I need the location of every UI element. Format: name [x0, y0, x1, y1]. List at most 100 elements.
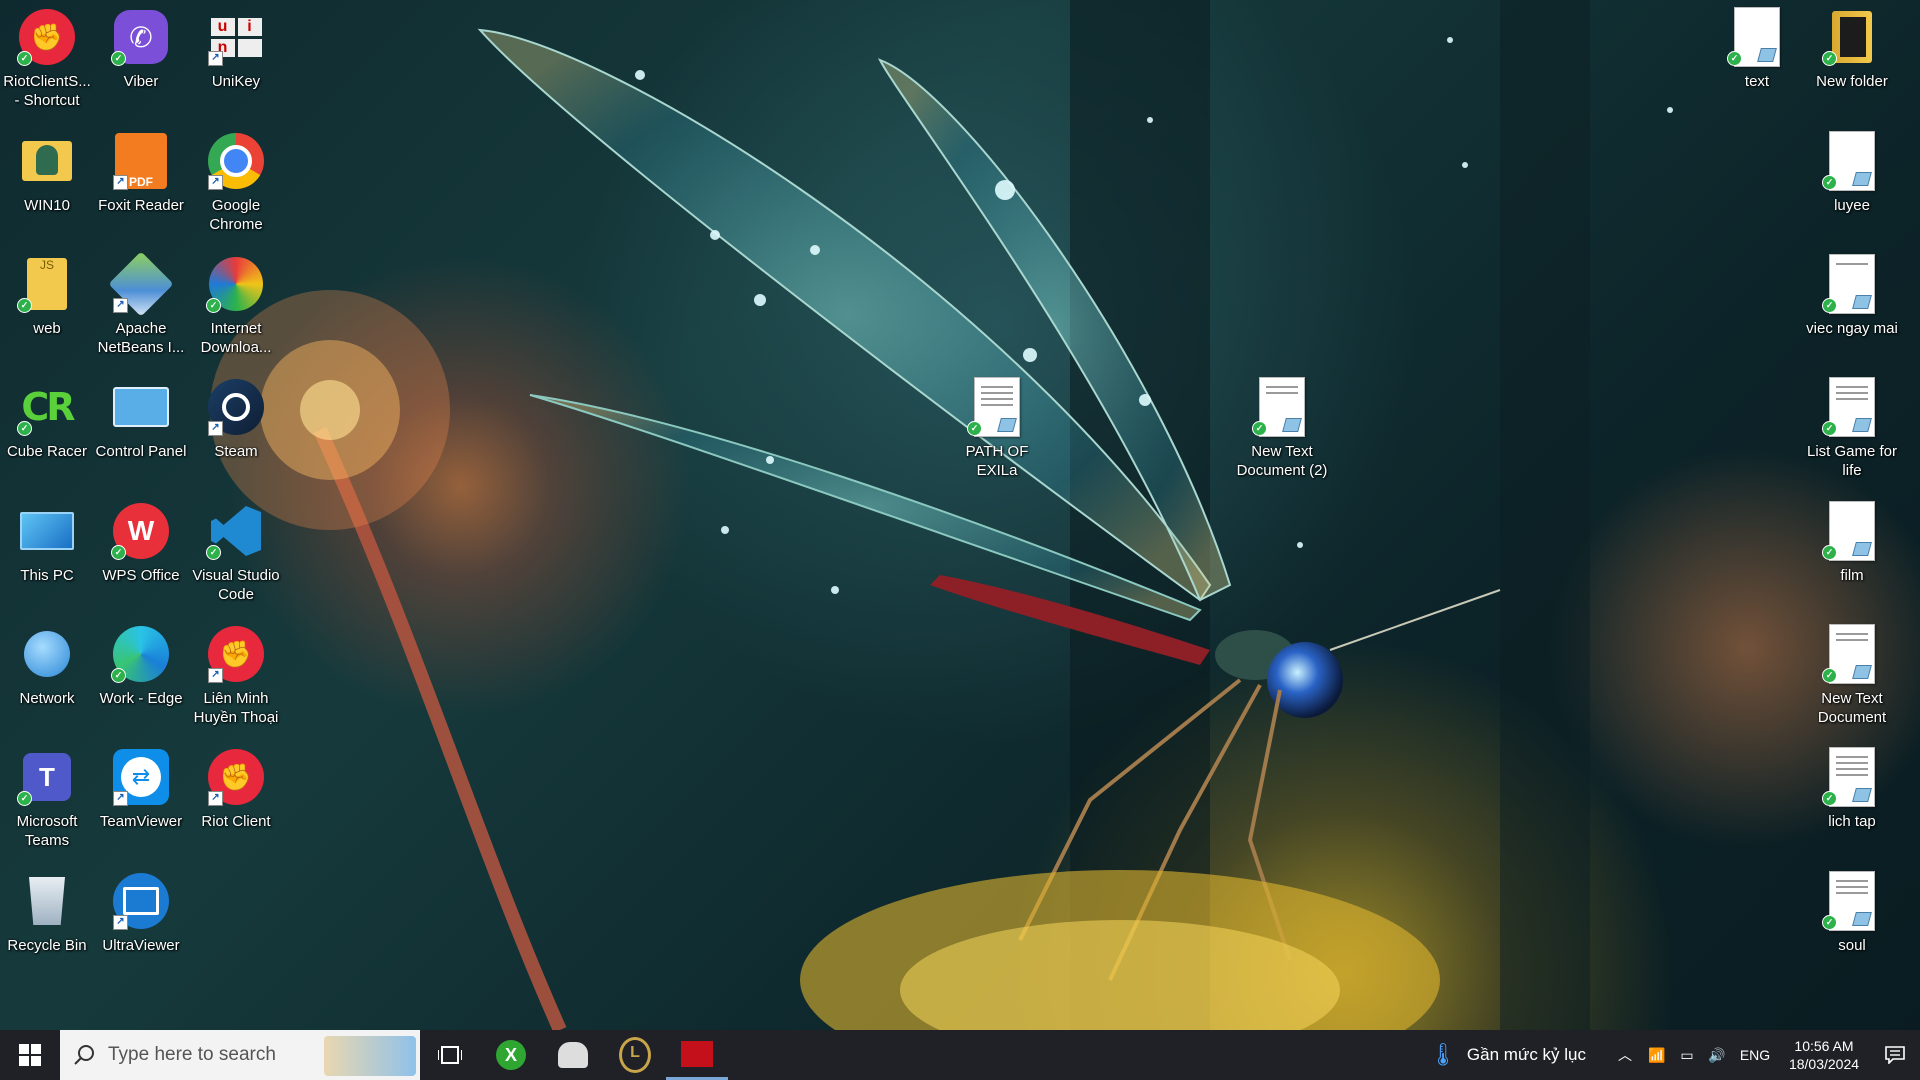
cube-racer-icon: CR ✓ [16, 376, 78, 438]
text-document-icon: ✓ [1251, 376, 1313, 438]
windows-logo-icon [19, 1044, 41, 1066]
xbox-icon: X [496, 1040, 526, 1070]
system-tray: 🌡 Gần mức kỷ lục ︿ 📶 ▭ 🔊 ENG 10:56 AM 18… [1419, 1030, 1920, 1080]
shortcut-arrow-icon: ↗ [208, 668, 223, 683]
icon-label: RiotClientS... - Shortcut [3, 73, 91, 109]
network-icon [16, 623, 78, 685]
icon-label: Steam [214, 443, 258, 460]
taskbar-search-box[interactable]: Type here to search [60, 1030, 420, 1080]
desktop-icon-teams[interactable]: T ✓ Microsoft Teams [0, 746, 94, 850]
notification-icon [1885, 1046, 1905, 1064]
start-button[interactable] [0, 1030, 60, 1080]
shortcut-arrow-icon: ↗ [208, 791, 223, 806]
show-hidden-icons-button[interactable]: ︿ [1608, 1030, 1642, 1080]
idm-icon: ✓ [205, 253, 267, 315]
battery-tray-button[interactable]: ▭ [1672, 1030, 1702, 1080]
sync-check-icon: ✓ [967, 421, 982, 436]
speaker-icon: 🔊 [1708, 1046, 1726, 1063]
action-center-button[interactable] [1870, 1030, 1920, 1080]
task-view-button[interactable] [420, 1030, 480, 1080]
text-document-icon: ✓ [1821, 130, 1883, 192]
text-document-icon: ✓ [1821, 870, 1883, 932]
desktop-icon-wps[interactable]: W ✓ WPS Office [94, 500, 188, 585]
icon-label: PATH OF EXILa [965, 443, 1029, 479]
ultraviewer-icon: ↗ [110, 870, 172, 932]
this-pc-icon [16, 500, 78, 562]
sync-check-icon: ✓ [206, 298, 221, 313]
desktop-icon-ultraviewer[interactable]: ↗ UltraViewer [94, 870, 188, 955]
sync-check-icon: ✓ [1252, 421, 1267, 436]
shortcut-arrow-icon: ↗ [113, 175, 128, 190]
folder-user-icon [16, 130, 78, 192]
desktop-icon-chrome[interactable]: ↗ Google Chrome [189, 130, 283, 234]
desktop-icon-win10[interactable]: WIN10 [0, 130, 94, 215]
desktop-icon-steam[interactable]: ↗ Steam [189, 376, 283, 461]
text-document-icon: ✓ [966, 376, 1028, 438]
desktop-icon-new-text-document[interactable]: ✓ New Text Document [1805, 623, 1899, 727]
control-panel-icon [110, 376, 172, 438]
text-document-icon: ✓ [1726, 6, 1788, 68]
icon-label: Control Panel [95, 443, 187, 460]
wallpaper-dragonfly [210, 0, 1673, 1030]
sync-check-icon: ✓ [1822, 51, 1837, 66]
battery-icon: ▭ [1680, 1046, 1694, 1063]
desktop-icon-web[interactable]: JS ✓ web [0, 253, 94, 338]
text-document-icon: ✓ [1821, 746, 1883, 808]
desktop-icon-film[interactable]: ✓ film [1805, 500, 1899, 585]
desktop-icon-network[interactable]: Network [0, 623, 94, 708]
desktop-icon-soul[interactable]: ✓ soul [1805, 870, 1899, 955]
sync-check-icon: ✓ [17, 51, 32, 66]
network-tray-button[interactable]: 📶 [1642, 1030, 1672, 1080]
folder-icon: JS ✓ [16, 253, 78, 315]
desktop-icon-luyee[interactable]: ✓ luyee [1805, 130, 1899, 215]
sync-check-icon: ✓ [17, 791, 32, 806]
desktop-icon-text[interactable]: ✓ text [1710, 6, 1804, 91]
icon-label: Apache NetBeans I... [97, 320, 185, 356]
desktop-icon-lich-tap[interactable]: ✓ lich tap [1805, 746, 1899, 831]
steam-icon: ↗ [205, 376, 267, 438]
taskbar-app-xbox[interactable]: X [480, 1030, 542, 1080]
desktop-icon-cube-racer[interactable]: CR ✓ Cube Racer [0, 376, 94, 461]
language-indicator[interactable]: ENG [1732, 1030, 1778, 1080]
sync-check-icon: ✓ [1822, 421, 1837, 436]
volume-tray-button[interactable]: 🔊 [1702, 1030, 1732, 1080]
weather-widget[interactable]: 🌡 Gần mức kỷ lục [1419, 1030, 1596, 1080]
desktop-icon-riot-shortcut[interactable]: ✊ ✓ RiotClientS... - Shortcut [0, 6, 94, 110]
shortcut-arrow-icon: ↗ [208, 175, 223, 190]
sync-check-icon: ✓ [1822, 791, 1837, 806]
desktop-icon-new-text-document-2[interactable]: ✓ New Text Document (2) [1235, 376, 1329, 480]
desktop-icon-viber[interactable]: ✆ ✓ Viber [94, 6, 188, 91]
edge-icon: ✓ [110, 623, 172, 685]
riot-client-icon: ✊ ↗ [205, 746, 267, 808]
desktop-icon-path-of-exila[interactable]: ✓ PATH OF EXILa [950, 376, 1044, 480]
desktop-icon-control-panel[interactable]: Control Panel [94, 376, 188, 461]
desktop-icon-viec-ngay-mai[interactable]: ✓ viec ngay mai [1805, 253, 1899, 338]
desktop-icon-teamviewer[interactable]: ⇄ ↗ TeamViewer [94, 746, 188, 831]
task-view-icon [438, 1046, 462, 1064]
desktop-icon-new-folder[interactable]: ✓ New folder [1805, 6, 1899, 91]
desktop-icon-recycle-bin[interactable]: Recycle Bin [0, 870, 94, 955]
desktop-icon-foxit[interactable]: PDF ↗ Foxit Reader [94, 130, 188, 215]
icon-label: TeamViewer [99, 813, 183, 830]
icon-label: WIN10 [24, 197, 70, 214]
sync-check-icon: ✓ [111, 668, 126, 683]
desktop-icon-lien-minh[interactable]: ✊ ↗ Liên Minh Huyền Thoại [189, 623, 283, 727]
desktop-icon-netbeans[interactable]: ↗ Apache NetBeans I... [94, 251, 188, 357]
icon-label: Riot Client [201, 813, 271, 830]
sync-check-icon: ✓ [1822, 175, 1837, 190]
desktop-icon-edge[interactable]: ✓ Work - Edge [94, 623, 188, 708]
desktop-icon-list-game[interactable]: ✓ List Game for life [1805, 376, 1899, 480]
desktop-icon-this-pc[interactable]: This PC [0, 500, 94, 585]
riot-client-icon: ✊ ✓ [16, 6, 78, 68]
taskbar-app-game-red[interactable] [666, 1030, 728, 1080]
desktop-icon-vscode[interactable]: ✓ Visual Studio Code [189, 500, 283, 604]
taskbar-app-spy[interactable] [542, 1030, 604, 1080]
clock[interactable]: 10:56 AM 18/03/2024 [1778, 1030, 1870, 1080]
desktop-icon-idm[interactable]: ✓ Internet Downloa... [189, 253, 283, 357]
desktop-icon-unikey[interactable]: u i n ↗ UniKey [189, 6, 283, 91]
desktop-icon-riot-client[interactable]: ✊ ↗ Riot Client [189, 746, 283, 831]
shortcut-arrow-icon: ↗ [208, 51, 223, 66]
clock-date: 18/03/2024 [1788, 1056, 1860, 1072]
icon-label: UniKey [211, 73, 261, 90]
taskbar-app-league[interactable]: L [604, 1030, 666, 1080]
